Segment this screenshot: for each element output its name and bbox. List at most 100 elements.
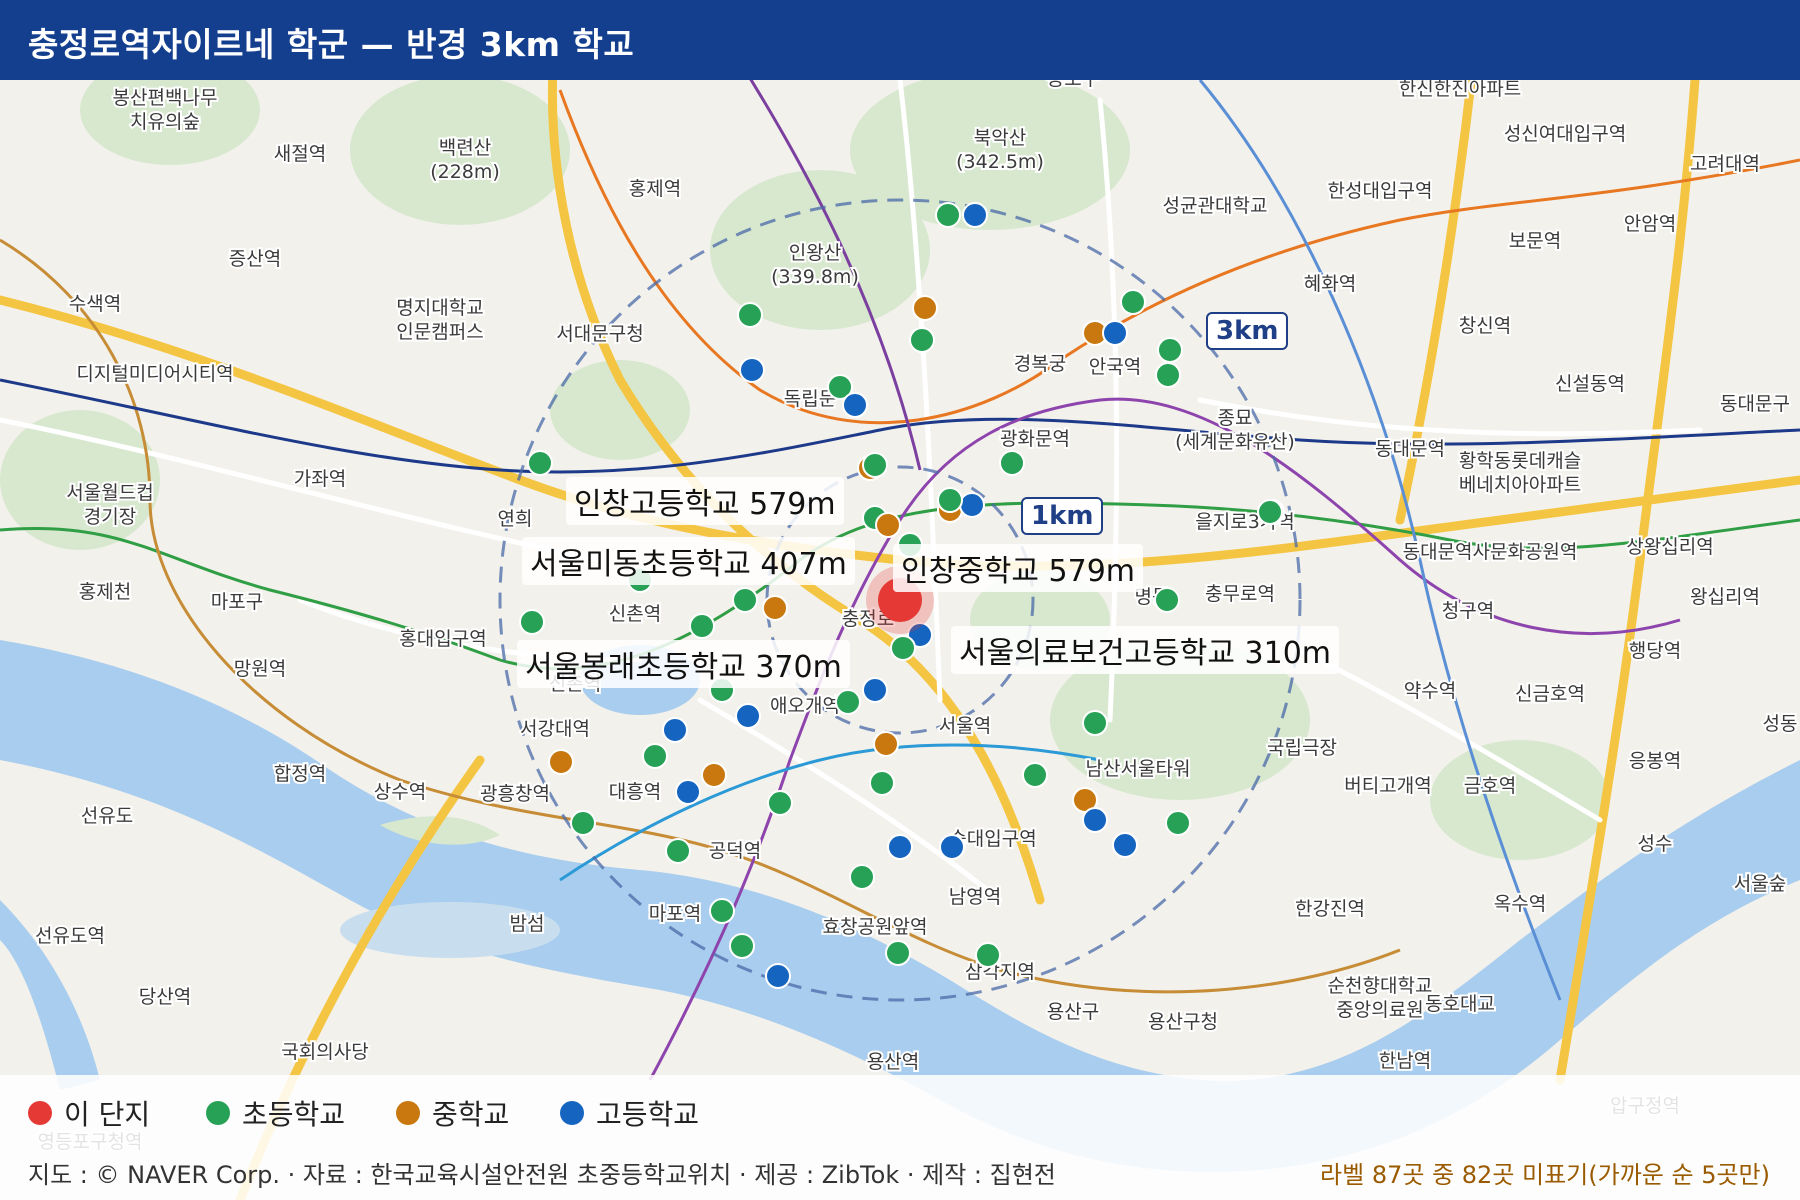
- middle-dot-icon: [396, 1101, 420, 1125]
- elementary-school-marker[interactable]: [709, 898, 735, 924]
- high-school-marker[interactable]: [735, 703, 761, 729]
- elementary-school-marker[interactable]: [1154, 587, 1180, 613]
- high-school-marker[interactable]: [842, 392, 868, 418]
- elementary-school-marker[interactable]: [885, 940, 911, 966]
- legend-panel: 이 단지 초등학교 중학교 고등학교 지도 : © NAVER Corp. · …: [0, 1075, 1800, 1200]
- elementary-school-marker[interactable]: [935, 202, 961, 228]
- legend-complex: 이 단지: [28, 1093, 150, 1133]
- elementary-school-marker[interactable]: [1257, 499, 1283, 525]
- high-school-marker[interactable]: [939, 834, 965, 860]
- elementary-school-marker[interactable]: [849, 864, 875, 890]
- elementary-school-marker[interactable]: [1155, 362, 1181, 388]
- place-name: 애오개역: [770, 695, 840, 717]
- place-name: 가좌역: [294, 468, 346, 490]
- place-name: 성신여대입구역: [1504, 123, 1626, 145]
- elementary-school-marker[interactable]: [767, 790, 793, 816]
- middle-school-marker[interactable]: [875, 512, 901, 538]
- place-name: 성균관대학교: [1163, 195, 1268, 217]
- place-name: 옥수역: [1494, 893, 1546, 915]
- elementary-school-marker[interactable]: [909, 327, 935, 353]
- elementary-school-marker[interactable]: [642, 743, 668, 769]
- place-name: 국립극장: [1267, 737, 1337, 759]
- elementary-school-marker[interactable]: [729, 933, 755, 959]
- elementary-school-marker[interactable]: [732, 587, 758, 613]
- elementary-school-marker[interactable]: [1022, 762, 1048, 788]
- legend-middle: 중학교: [396, 1093, 509, 1133]
- place-name: 서대문구청: [556, 323, 643, 345]
- place-name: 용산구청: [1148, 1011, 1218, 1033]
- place-name: 대흥역: [609, 781, 661, 803]
- elementary-school-marker[interactable]: [737, 302, 763, 328]
- place-name: 증산역: [229, 248, 281, 270]
- elementary-school-marker[interactable]: [1082, 710, 1108, 736]
- place-name: 한남역: [1379, 1050, 1431, 1072]
- elementary-school-marker[interactable]: [975, 942, 1001, 968]
- place-name: 충무로역: [1205, 583, 1275, 605]
- radius-1km-badge: 1km: [1021, 497, 1104, 535]
- school-label: 서울봉래초등학교 370m: [517, 640, 850, 688]
- high-school-marker[interactable]: [1082, 807, 1108, 833]
- elementary-school-marker[interactable]: [527, 450, 553, 476]
- middle-school-marker[interactable]: [701, 762, 727, 788]
- map-canvas[interactable]: 봉산편백나무 치유의숲백련산 (228m)새절역증산역수색역디지털미디어시티역명지대…: [0, 0, 1800, 1200]
- high-school-marker[interactable]: [662, 717, 688, 743]
- place-name: 동대문구: [1720, 393, 1790, 415]
- label-count-note: 라벨 87곳 중 82곳 미표기(가까운 순 5곳만): [1320, 1161, 1770, 1189]
- place-name: 혜화역: [1304, 273, 1356, 295]
- elementary-school-marker[interactable]: [862, 452, 888, 478]
- high-school-marker[interactable]: [739, 357, 765, 383]
- place-name: 왕십리역: [1690, 586, 1760, 608]
- middle-school-marker[interactable]: [873, 731, 899, 757]
- place-name: 밤섬: [510, 913, 545, 935]
- elementary-school-marker[interactable]: [519, 609, 545, 635]
- elementary-school-marker[interactable]: [570, 810, 596, 836]
- place-name: 홍제역: [629, 178, 681, 200]
- place-name: 약수역: [1404, 680, 1456, 702]
- place-name: 마포역: [649, 903, 701, 925]
- elementary-school-marker[interactable]: [689, 613, 715, 639]
- place-name: 홍대입구역: [399, 628, 486, 650]
- elementary-dot-icon: [206, 1101, 230, 1125]
- place-name: 성동: [1763, 713, 1798, 735]
- high-school-marker[interactable]: [862, 677, 888, 703]
- legend-high: 고등학교: [560, 1093, 699, 1133]
- elementary-school-marker[interactable]: [1120, 289, 1146, 315]
- place-name: 용산구: [1047, 1001, 1099, 1023]
- high-dot-icon: [560, 1101, 584, 1125]
- elementary-school-marker[interactable]: [1165, 810, 1191, 836]
- place-name: 창신역: [1459, 315, 1511, 337]
- high-school-marker[interactable]: [959, 492, 985, 518]
- place-name: 당산역: [139, 986, 191, 1008]
- high-school-marker[interactable]: [675, 779, 701, 805]
- high-school-marker[interactable]: [1102, 320, 1128, 346]
- place-name: 동대문역사문화공원역: [1403, 541, 1578, 563]
- middle-school-marker[interactable]: [762, 595, 788, 621]
- place-name: 서강대역: [520, 718, 590, 740]
- place-name: 홍제천: [79, 581, 131, 603]
- elementary-school-marker[interactable]: [937, 487, 963, 513]
- high-school-marker[interactable]: [962, 202, 988, 228]
- middle-school-marker[interactable]: [548, 749, 574, 775]
- elementary-school-marker[interactable]: [999, 450, 1025, 476]
- place-name: 응봉역: [1629, 750, 1681, 772]
- place-name: 선유도역: [35, 925, 105, 947]
- elementary-school-marker[interactable]: [835, 689, 861, 715]
- elementary-school-marker[interactable]: [869, 770, 895, 796]
- school-label: 서울미동초등학교 407m: [522, 537, 855, 585]
- high-school-marker[interactable]: [887, 834, 913, 860]
- elementary-school-marker[interactable]: [1157, 337, 1183, 363]
- map-credit: 지도 : © NAVER Corp. · 자료 : 한국교육시설안전원 초중등학…: [28, 1161, 1056, 1189]
- place-name: 동대문역: [1375, 438, 1445, 460]
- high-school-marker[interactable]: [1112, 832, 1138, 858]
- elementary-school-marker[interactable]: [890, 635, 916, 661]
- high-school-marker[interactable]: [765, 963, 791, 989]
- place-name: 청구역: [1442, 600, 1494, 622]
- title-bar: 충정로역자이르네 학군 — 반경 3km 학교: [0, 0, 1800, 80]
- place-name: 수색역: [69, 293, 121, 315]
- place-name: 한신한진아파트: [1399, 78, 1521, 100]
- place-name: 경복궁: [1014, 353, 1066, 375]
- legend-label: 초등학교: [242, 1098, 346, 1131]
- middle-school-marker[interactable]: [912, 295, 938, 321]
- elementary-school-marker[interactable]: [665, 838, 691, 864]
- place-name: 신금호역: [1515, 683, 1585, 705]
